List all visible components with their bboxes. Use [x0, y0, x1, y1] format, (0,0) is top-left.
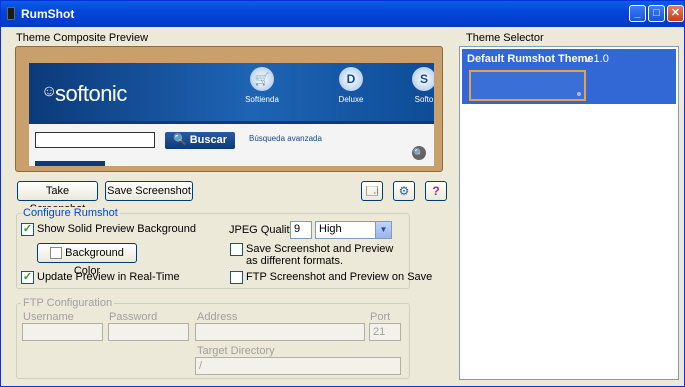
preview-buscar-button: 🔍 Buscar: [165, 132, 235, 149]
preview-image: ☺ softonic 🛒 Softienda D Deluxe S Softo …: [29, 63, 434, 166]
color-swatch: [50, 247, 63, 260]
title-bar: RumShot _ □ ✕: [1, 1, 684, 27]
preview-label: Theme Composite Preview: [16, 32, 149, 44]
preview-advanced-link: Búsqueda avanzada: [249, 134, 322, 143]
jpeg-quality-input[interactable]: 9: [290, 221, 312, 239]
port-field[interactable]: 21: [369, 323, 401, 341]
window-title: RumShot: [21, 7, 75, 21]
preview-searchbar: 🔍 Buscar Búsqueda avanzada 🔍: [29, 121, 434, 166]
settings-gear-icon[interactable]: ⚙: [393, 181, 415, 201]
preview-search-input: [35, 132, 155, 148]
preview-banner: ☺ softonic 🛒 Softienda D Deluxe S Softo: [29, 63, 434, 121]
update-realtime-label: Update Preview in Real-Time: [37, 271, 180, 283]
ftp-save-label: FTP Screenshot and Preview on Save: [246, 271, 433, 283]
theme-selector-label: Theme Selector: [466, 32, 544, 44]
address-field[interactable]: [195, 323, 365, 341]
username-field[interactable]: [22, 323, 103, 341]
background-color-button[interactable]: Background Color: [37, 243, 137, 277]
cart-icon: 🛒: [250, 67, 274, 91]
password-label: Password: [109, 311, 158, 323]
address-label: Address: [197, 311, 238, 323]
port-label: Port: [370, 311, 391, 323]
softo-icon: S: [412, 67, 434, 91]
preview-nav-softo: S Softo: [404, 67, 434, 104]
softonic-logo-icon: ☺: [41, 83, 58, 100]
ftp-save-checkbox[interactable]: [230, 271, 243, 284]
theme-list[interactable]: Default Rumshot Theme v 1.0: [459, 46, 679, 380]
help-icon[interactable]: ?: [425, 181, 447, 201]
quality-select-value: High: [319, 223, 342, 235]
theme-preview: ☺ softonic 🛒 Softienda D Deluxe S Softo …: [15, 46, 443, 172]
configure-legend: Configure Rumshot: [21, 207, 120, 219]
minimize-button[interactable]: _: [629, 5, 646, 22]
password-field[interactable]: [108, 323, 189, 341]
username-label: Username: [23, 311, 74, 323]
target-dir-label: Target Directory: [197, 345, 275, 357]
show-solid-bg-label: Show Solid Preview Background: [37, 223, 196, 235]
preview-logo: softonic: [55, 81, 127, 106]
save-formats-label: Save Screenshot and Preview as different…: [246, 243, 394, 267]
update-realtime-checkbox[interactable]: ✓: [21, 271, 34, 284]
theme-thumbnail: [469, 70, 586, 101]
save-screenshot-button[interactable]: Save Screenshot: [105, 181, 193, 201]
chevron-down-icon: ▼: [375, 222, 391, 238]
close-button[interactable]: ✕: [667, 5, 684, 22]
maximize-button[interactable]: □: [648, 5, 665, 22]
theme-item[interactable]: Default Rumshot Theme v 1.0: [462, 49, 676, 104]
rumshot-window: RumShot _ □ ✕ Theme Composite Preview ☺ …: [0, 0, 685, 387]
preview-nav-softienda: 🛒 Softienda: [242, 67, 282, 104]
preview-tab: [35, 161, 105, 166]
preview-nav-deluxe: D Deluxe: [331, 67, 371, 104]
jpeg-quality-label: JPEG Quality: [229, 224, 296, 236]
target-dir-field[interactable]: /: [195, 357, 401, 375]
show-solid-bg-checkbox[interactable]: ✓: [21, 223, 34, 236]
theme-name: Default Rumshot Theme: [467, 53, 594, 65]
quality-select[interactable]: High ▼: [315, 221, 392, 239]
theme-version: v 1.0: [585, 53, 609, 65]
app-icon: [7, 7, 15, 20]
take-screenshot-button[interactable]: Take Screenshot: [17, 181, 98, 215]
save-formats-checkbox[interactable]: [230, 243, 243, 256]
magnifier-icon: 🔍: [412, 146, 426, 160]
ftp-legend: FTP Configuration: [21, 297, 115, 309]
preview-window-icon[interactable]: 🗔: [361, 181, 383, 201]
deluxe-icon: D: [339, 67, 363, 91]
